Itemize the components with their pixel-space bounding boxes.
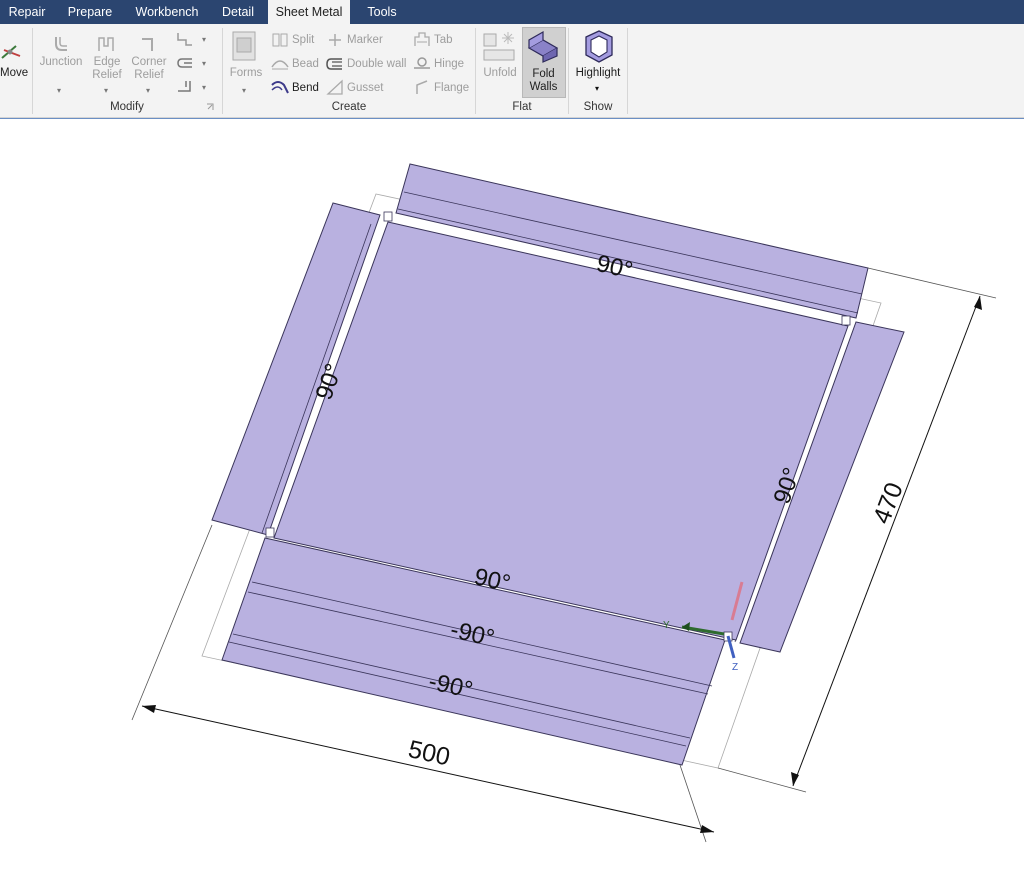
- edge-relief-dropdown[interactable]: ▾: [104, 86, 108, 95]
- bead-button[interactable]: Bead: [292, 57, 319, 71]
- bead-icon: [271, 60, 289, 70]
- tab-detail[interactable]: Detail: [210, 0, 266, 24]
- corner-relief-icon: [142, 38, 153, 51]
- split-button[interactable]: Split: [292, 33, 314, 47]
- split-icon: [272, 33, 288, 47]
- fold-walls-label: Fold Walls: [523, 68, 564, 94]
- move-icon: [1, 45, 21, 59]
- forms-icon: [232, 31, 256, 61]
- tab-tools[interactable]: Tools: [352, 0, 412, 24]
- unfold-button[interactable]: Unfold: [480, 67, 520, 80]
- flange-icon: [416, 80, 428, 94]
- group-separator: [627, 28, 628, 114]
- corner-relief-notch: [841, 315, 851, 326]
- step-icon: [177, 33, 192, 46]
- unfold-icon: [483, 32, 515, 61]
- create-group-label: Create: [331, 101, 367, 113]
- edge-relief-label-1: Edge: [93, 56, 121, 68]
- corner-relief-label-2: Relief: [134, 69, 164, 81]
- junction-button[interactable]: Junction: [36, 56, 86, 69]
- dimension-extension-line: [131, 524, 213, 721]
- double-wall-button[interactable]: Double wall: [347, 57, 406, 71]
- dimension-arrowhead: [142, 705, 156, 713]
- highlight-dropdown[interactable]: ▾: [595, 84, 599, 93]
- forms-button[interactable]: Forms: [226, 67, 266, 80]
- corner-relief-notch: [383, 211, 393, 222]
- y-axis-label: Y: [663, 620, 670, 631]
- dimension-arrowhead: [700, 825, 714, 833]
- gusset-icon: [326, 79, 343, 95]
- step-dropdown[interactable]: ▾: [202, 35, 206, 44]
- double-wall-icon: [326, 58, 342, 70]
- group-separator: [32, 28, 33, 114]
- marker-button[interactable]: Marker: [347, 33, 383, 47]
- highlight-icon: [585, 30, 613, 63]
- tab-icon: [414, 32, 430, 46]
- tab-prepare[interactable]: Prepare: [56, 0, 124, 24]
- forms-dropdown[interactable]: ▾: [242, 86, 246, 95]
- tab-button[interactable]: Tab: [434, 33, 453, 47]
- edge-relief-label-2: Relief: [92, 69, 122, 81]
- dimension-extension-line: [867, 267, 997, 299]
- bend-icon: [271, 81, 289, 94]
- junction-dropdown[interactable]: ▾: [57, 86, 61, 95]
- move-button[interactable]: Move: [0, 67, 28, 80]
- hinge-icon: [414, 57, 430, 69]
- corner-relief-label-1: Corner: [131, 56, 167, 68]
- offset-dropdown[interactable]: ▾: [202, 83, 206, 92]
- dialog-launcher-icon[interactable]: [206, 103, 214, 111]
- marker-icon: [329, 34, 341, 46]
- model-viewport[interactable]: Y Z 90° 90° 90° 90° -90° -90° 500 470: [0, 119, 1024, 873]
- ribbon-tab-bar: Repair Prepare Workbench Detail Sheet Me…: [0, 0, 1024, 24]
- z-axis-label: Z: [732, 662, 738, 673]
- fold-walls-label-1: Fold: [532, 68, 555, 80]
- hinge-button[interactable]: Hinge: [434, 57, 464, 71]
- dimension-height-label: 470: [868, 479, 909, 528]
- bend-button[interactable]: Bend: [292, 81, 319, 95]
- edge-relief-icon: [98, 37, 114, 51]
- tab-workbench[interactable]: Workbench: [126, 0, 208, 24]
- corner-relief-dropdown[interactable]: ▾: [146, 86, 150, 95]
- show-group-label: Show: [583, 101, 613, 113]
- offset-icon: [178, 81, 191, 92]
- corner-relief-button[interactable]: Corner Relief: [128, 56, 170, 82]
- hem-dropdown[interactable]: ▾: [202, 59, 206, 68]
- modify-group-label: Modify: [110, 101, 144, 113]
- tab-repair[interactable]: Repair: [0, 0, 54, 24]
- group-separator: [222, 28, 223, 114]
- flange-button[interactable]: Flange: [434, 81, 469, 95]
- flat-group-label: Flat: [512, 101, 532, 113]
- gusset-button[interactable]: Gusset: [347, 81, 383, 95]
- fold-walls-label-2: Walls: [529, 81, 558, 93]
- edge-relief-button[interactable]: Edge Relief: [86, 56, 128, 82]
- junction-icon: [55, 37, 67, 51]
- highlight-button[interactable]: Highlight: [570, 67, 626, 80]
- corner-relief-notch: [265, 527, 275, 538]
- hem-icon: [177, 58, 192, 68]
- fold-walls-icon: [527, 30, 559, 63]
- tab-sheet-metal[interactable]: Sheet Metal: [268, 0, 350, 24]
